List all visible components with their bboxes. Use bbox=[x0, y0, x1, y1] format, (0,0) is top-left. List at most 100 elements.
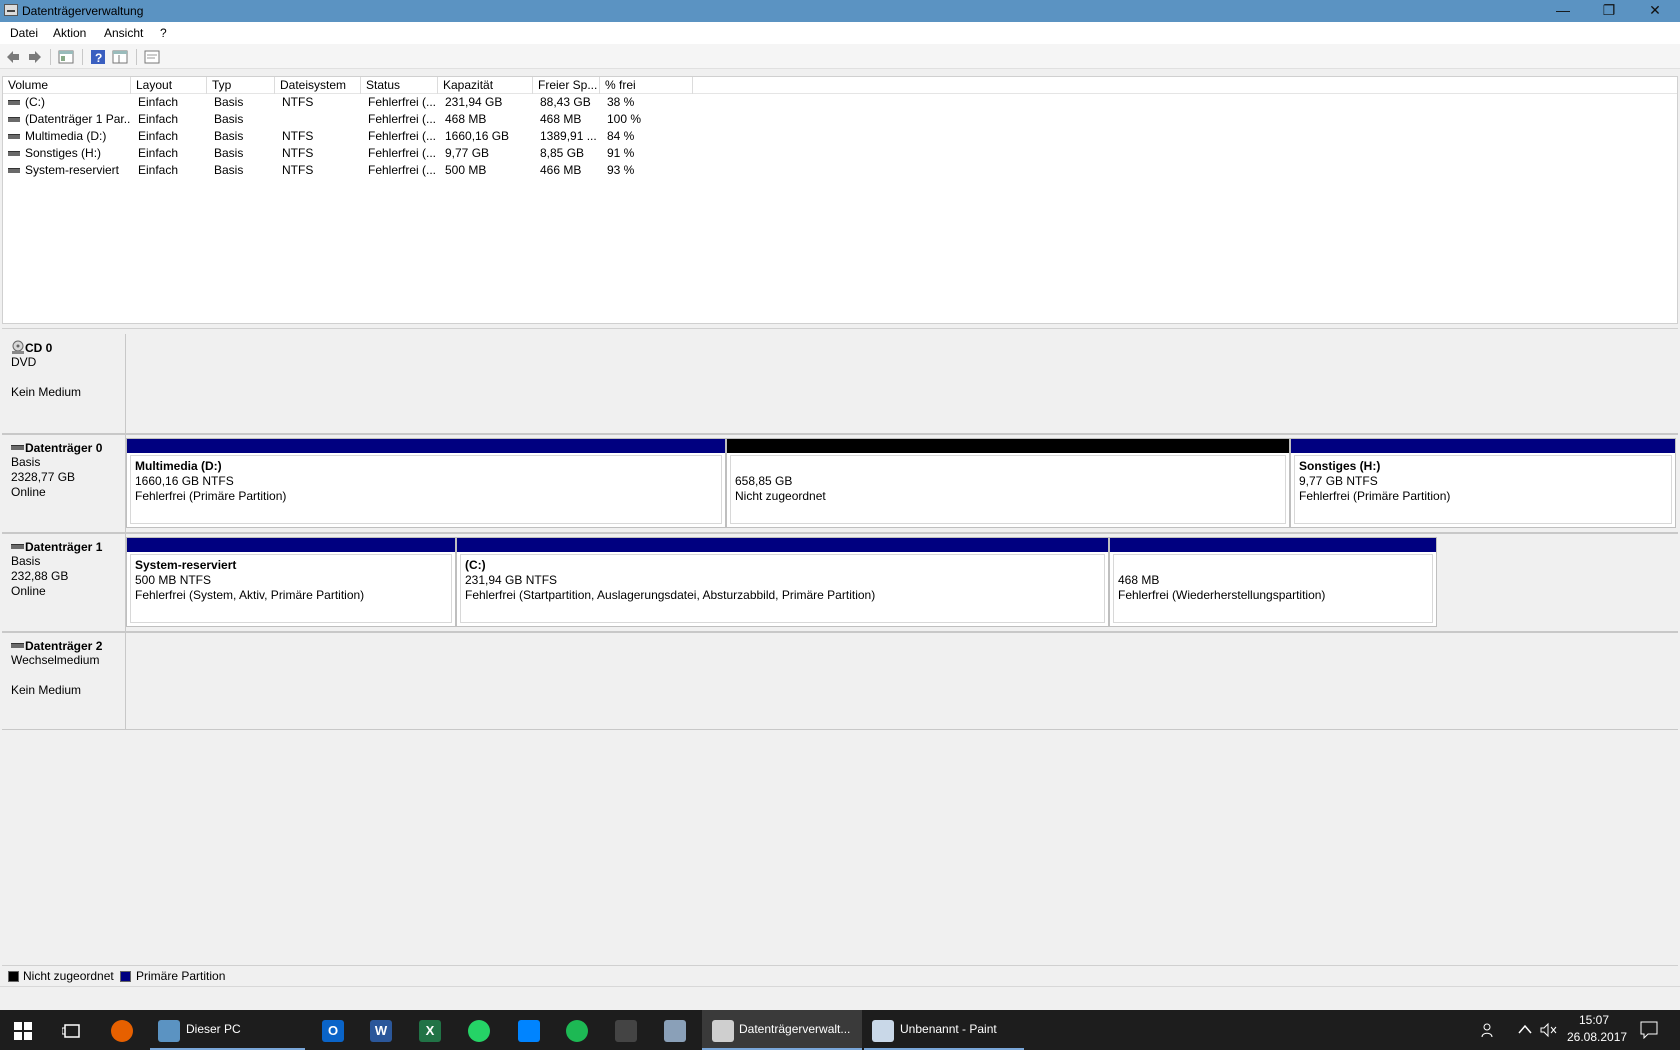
spotify-icon[interactable] bbox=[566, 1020, 588, 1042]
calculator-icon[interactable] bbox=[615, 1020, 637, 1042]
cd0-name: CD 0 bbox=[25, 341, 53, 355]
partition-sonstiges-h[interactable]: Sonstiges (H:) 9,77 GB NTFS Fehlerfrei (… bbox=[1290, 438, 1676, 528]
cell-dateisystem: NTFS bbox=[282, 95, 314, 109]
forward-icon[interactable] bbox=[27, 49, 43, 65]
cell-kapazitaet: 231,94 GB bbox=[445, 95, 503, 109]
toolbar: ? bbox=[0, 44, 1680, 69]
word-icon[interactable]: W bbox=[370, 1020, 392, 1042]
file-explorer-pc-icon[interactable] bbox=[158, 1020, 180, 1042]
partition-status: Fehlerfrei (Wiederherstellungspartition) bbox=[1118, 588, 1326, 602]
cell-kapazitaet: 468 MB bbox=[445, 112, 487, 126]
cell-prozent-frei: 38 % bbox=[607, 95, 635, 109]
disk-icon bbox=[11, 643, 24, 648]
task-view-icon[interactable] bbox=[62, 1022, 82, 1040]
cell-freier-speicher: 466 MB bbox=[540, 163, 582, 177]
disk-label-disk0[interactable]: Datenträger 0 Basis 2328,77 GB Online bbox=[2, 435, 126, 533]
disk1-size: 232,88 GB bbox=[11, 569, 69, 583]
partition-c[interactable]: (C:) 231,94 GB NTFS Fehlerfrei (Startpar… bbox=[456, 537, 1109, 627]
partition-recovery[interactable]: 468 MB Fehlerfrei (Wiederherstellungspar… bbox=[1109, 537, 1437, 627]
help-icon[interactable]: ? bbox=[90, 49, 106, 65]
messenger-icon[interactable] bbox=[518, 1020, 540, 1042]
taskbar-item-diskmgmt[interactable]: Datenträgerverwalt... bbox=[702, 1010, 862, 1050]
minimize-button[interactable]: — bbox=[1540, 0, 1586, 22]
restore-button[interactable]: ❐ bbox=[1586, 0, 1632, 22]
cell-freier-speicher: 88,43 GB bbox=[540, 95, 591, 109]
taskbar-item-paint[interactable]: Unbenannt - Paint bbox=[864, 1010, 1024, 1050]
disk2-name: Datenträger 2 bbox=[25, 639, 103, 653]
console-icon[interactable] bbox=[144, 49, 160, 65]
close-button[interactable]: ✕ bbox=[1632, 0, 1678, 22]
people-icon[interactable] bbox=[1481, 1022, 1497, 1038]
whatsapp-icon[interactable] bbox=[468, 1020, 490, 1042]
partition-multimedia-d[interactable]: Multimedia (D:) 1660,16 GB NTFS Fehlerfr… bbox=[126, 438, 726, 528]
cell-status: Fehlerfrei (... bbox=[368, 163, 437, 177]
volume-row[interactable]: (C:) Einfach Basis NTFS Fehlerfrei (... … bbox=[3, 94, 1677, 111]
clock-time[interactable]: 15:07 bbox=[1579, 1013, 1609, 1027]
menu-ansicht[interactable]: Ansicht bbox=[104, 26, 143, 40]
cell-typ: Basis bbox=[214, 163, 244, 177]
menu-bar: Datei Aktion Ansicht ? bbox=[0, 22, 1680, 44]
partition-name: Multimedia (D:) bbox=[135, 459, 222, 473]
menu-aktion[interactable]: Aktion bbox=[53, 26, 86, 40]
outlook-icon[interactable]: O bbox=[322, 1020, 344, 1042]
toolbar-separator bbox=[50, 49, 51, 65]
disk0-size: 2328,77 GB bbox=[11, 470, 76, 484]
firefox-icon[interactable] bbox=[111, 1020, 133, 1042]
partition-size: 9,77 GB NTFS bbox=[1299, 474, 1378, 488]
disk-label-disk2[interactable]: Datenträger 2 Wechselmedium Kein Medium bbox=[2, 633, 126, 729]
menu-help[interactable]: ? bbox=[160, 26, 167, 40]
cell-kapazitaet: 500 MB bbox=[445, 163, 487, 177]
view-icon[interactable] bbox=[112, 49, 128, 65]
volume-row[interactable]: (Datenträger 1 Par... Einfach Basis Fehl… bbox=[3, 111, 1677, 128]
menu-datei[interactable]: Datei bbox=[10, 26, 38, 40]
windows-start-icon[interactable] bbox=[14, 1022, 32, 1040]
partition-info: Multimedia (D:) 1660,16 GB NTFS Fehlerfr… bbox=[130, 455, 722, 524]
disk-label-disk1[interactable]: Datenträger 1 Basis 232,88 GB Online bbox=[2, 534, 126, 631]
cell-status: Fehlerfrei (... bbox=[368, 129, 437, 143]
drive-icon bbox=[8, 168, 20, 173]
col-prozent-frei[interactable]: % frei bbox=[600, 77, 693, 94]
disk0-type: Basis bbox=[11, 455, 41, 469]
disk1-status: Online bbox=[11, 584, 46, 598]
col-volume[interactable]: Volume bbox=[3, 77, 131, 94]
volume-row[interactable]: Sonstiges (H:) Einfach Basis NTFS Fehler… bbox=[3, 145, 1677, 162]
col-typ[interactable]: Typ bbox=[207, 77, 275, 94]
clock-date[interactable]: 26.08.2017 bbox=[1567, 1030, 1627, 1044]
partition-system-reserviert[interactable]: System-reserviert 500 MB NTFS Fehlerfrei… bbox=[126, 537, 456, 627]
excel-icon[interactable]: X bbox=[419, 1020, 441, 1042]
disk-label-cd0[interactable]: CD 0 DVD Kein Medium bbox=[2, 334, 126, 434]
taskbar-dieser-pc[interactable]: Dieser PC bbox=[186, 1022, 241, 1036]
cell-volume: Multimedia (D:) bbox=[25, 129, 107, 143]
partition-info: (C:) 231,94 GB NTFS Fehlerfrei (Startpar… bbox=[460, 554, 1105, 623]
volume-row[interactable]: System-reserviert Einfach Basis NTFS Feh… bbox=[3, 162, 1677, 179]
col-freier-speicher[interactable]: Freier Sp... bbox=[533, 77, 600, 94]
primary-partition-bar bbox=[1291, 439, 1675, 453]
col-dateisystem[interactable]: Dateisystem bbox=[275, 77, 361, 94]
disk2-name-line: Datenträger 2 bbox=[11, 639, 125, 653]
col-status[interactable]: Status bbox=[361, 77, 438, 94]
disk-graphical-view: CD 0 DVD Kein Medium Datenträger 0 Basis… bbox=[2, 328, 1678, 985]
disk-separator bbox=[2, 433, 1678, 435]
properties-icon[interactable] bbox=[58, 49, 74, 65]
partition-size: 1660,16 GB NTFS bbox=[135, 474, 234, 488]
partition-size: 658,85 GB bbox=[735, 474, 793, 488]
col-kapazitaet[interactable]: Kapazität bbox=[438, 77, 533, 94]
image-viewer-icon[interactable] bbox=[664, 1020, 686, 1042]
disk0-status: Online bbox=[11, 485, 46, 499]
speaker-muted-icon[interactable] bbox=[1540, 1022, 1558, 1038]
primary-partition-bar bbox=[127, 538, 455, 552]
partition-unallocated[interactable]: 658,85 GB Nicht zugeordnet bbox=[726, 438, 1290, 528]
cell-kapazitaet: 1660,16 GB bbox=[445, 129, 510, 143]
partition-name: (C:) bbox=[465, 558, 486, 572]
partition-status: Fehlerfrei (Primäre Partition) bbox=[135, 489, 287, 503]
back-icon[interactable] bbox=[5, 49, 21, 65]
window-title: Datenträgerverwaltung bbox=[22, 4, 144, 18]
volume-list: Volume Layout Typ Dateisystem Status Kap… bbox=[2, 76, 1678, 324]
cd0-type: DVD bbox=[11, 355, 37, 369]
disk0-name: Datenträger 0 bbox=[25, 441, 103, 455]
volume-row[interactable]: Multimedia (D:) Einfach Basis NTFS Fehle… bbox=[3, 128, 1677, 145]
action-center-icon[interactable] bbox=[1640, 1021, 1658, 1039]
partition-status: Fehlerfrei (System, Aktiv, Primäre Parti… bbox=[135, 588, 365, 602]
col-layout[interactable]: Layout bbox=[131, 77, 207, 94]
chevron-up-icon[interactable] bbox=[1518, 1024, 1532, 1034]
